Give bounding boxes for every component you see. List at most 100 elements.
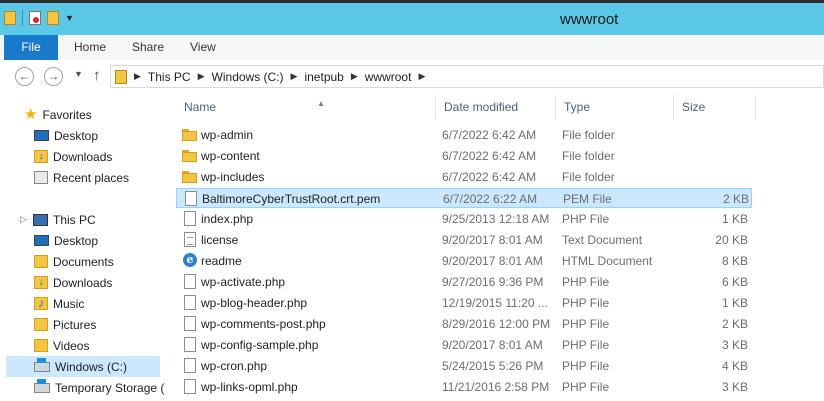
tab-share[interactable]: Share [132,35,164,60]
tab-view[interactable]: View [190,35,216,60]
downloads-icon: ↓ [34,276,48,289]
pictures-icon [34,318,48,331]
file-list: ▲ Name Date modified Type Size wp-admin 6… [160,93,824,401]
file-icon-cell [182,169,198,185]
column-header-type[interactable]: Type [556,95,674,120]
file-size: 1 KB [721,296,748,310]
chevron-right-icon[interactable]: ▶ [291,71,298,82]
forward-button[interactable]: → [44,67,63,86]
file-size: 2 KB [721,317,748,331]
file-icon-cell [182,211,198,227]
file-type: File folder [562,170,615,184]
chevron-right-icon[interactable]: ▶ [134,71,141,82]
file-icon-cell: e [182,253,198,269]
file-row[interactable]: wp-content 6/7/2022 6:42 AM File folder [176,146,752,166]
tab-file[interactable]: File [4,35,58,60]
folder-icon [182,150,198,162]
nav-pc-windows-c[interactable]: Windows (C:) [6,356,160,377]
nav-pc-videos[interactable]: Videos [34,335,89,356]
file-icon [184,295,196,310]
breadcrumb-inetpub[interactable]: inetpub [304,70,343,84]
properties-icon[interactable] [29,11,41,25]
file-row[interactable]: e readme 9/20/2017 8:01 AM HTML Document 8 K… [176,251,752,271]
file-date-modified: 9/20/2017 8:01 AM [442,338,543,352]
address-bar[interactable]: ▶ This PC ▶ Windows (C:) ▶ inetpub ▶ www… [110,65,824,88]
title-bar: ▼ wwwroot [0,0,824,35]
nav-favorites-recent-places[interactable]: Recent places [34,167,129,188]
nav-item-label: Documents [53,254,114,269]
nav-favorites-downloads[interactable]: ↓ Downloads [34,146,112,167]
file-row[interactable]: wp-admin 6/7/2022 6:42 AM File folder [176,125,752,145]
nav-pc-desktop[interactable]: Desktop [34,230,98,251]
file-type: Text Document [562,233,643,247]
back-button[interactable]: ← [15,67,34,86]
file-icon [184,274,196,289]
file-type: PHP File [562,380,610,394]
file-name: wp-content [201,149,260,163]
file-row[interactable]: wp-blog-header.php 12/19/2015 11:20 ... PH… [176,293,752,313]
file-date-modified: 9/25/2013 12:18 AM [442,212,550,226]
file-date-modified: 12/19/2015 11:20 ... [442,296,548,310]
file-size: 3 KB [721,380,748,394]
breadcrumb-wwwroot[interactable]: wwwroot [365,70,412,84]
nav-item-label: Desktop [54,233,99,248]
breadcrumb-this-pc[interactable]: This PC [148,70,191,84]
file-date-modified: 6/7/2022 6:22 AM [443,192,538,206]
column-header-name[interactable]: ▲ Name [176,95,436,120]
file-row[interactable]: wp-config-sample.php 9/20/2017 8:01 AM PHP… [176,335,752,355]
file-name: index.php [201,212,254,226]
file-size: 8 KB [721,254,748,268]
file-row[interactable]: index.php 9/25/2013 12:18 AM PHP File 1 KB [176,209,752,229]
chevron-right-icon[interactable]: ▶ [418,71,425,82]
nav-pc-downloads[interactable]: ↓ Downloads [34,272,112,293]
breadcrumb-windows-c[interactable]: Windows (C:) [212,70,284,84]
nav-pc-temporary-storage[interactable]: Temporary Storage ( [34,377,164,398]
file-size: 3 KB [721,338,748,352]
chevron-right-icon[interactable]: ▶ [351,71,358,82]
folder-icon[interactable] [4,11,16,25]
file-date-modified: 8/29/2016 12:00 PM [442,317,551,331]
file-row[interactable]: BaltimoreCyberTrustRoot.crt.pem 6/7/2022 … [176,188,752,208]
file-type: PHP File [562,317,610,331]
file-type: PHP File [562,338,610,352]
file-row[interactable]: wp-cron.php 5/24/2015 5:26 PM PHP File 4 KB [176,356,752,376]
nav-pc-music[interactable]: ♪ Music [34,293,84,314]
recent-locations-chevron-icon[interactable]: ▼ [74,69,83,79]
file-row[interactable]: wp-links-opml.php 11/21/2016 2:58 PM PHP F… [176,377,752,397]
nav-pc-documents[interactable]: Documents [34,251,114,272]
sort-ascending-icon: ▲ [317,99,325,108]
nav-item-label: Downloads [53,275,113,290]
nav-item-label: Windows (C:) [55,359,128,374]
windows-drive-icon [34,357,50,372]
file-type: PHP File [562,212,610,226]
customize-toolbar-chevron-icon[interactable]: ▼ [65,13,74,23]
nav-item-label: Videos [53,338,90,353]
chevron-right-icon[interactable]: ▶ [198,71,205,82]
file-name: wp-comments-post.php [201,317,326,331]
nav-pc-pictures[interactable]: Pictures [34,314,96,335]
new-folder-icon[interactable] [47,11,59,25]
nav-favorites-label: Favorites [42,107,92,122]
column-header-date-modified[interactable]: Date modified [436,95,556,120]
tab-home[interactable]: Home [74,35,106,60]
star-icon: ★ [24,105,38,123]
navigation-pane: ★ Favorites Desktop ↓ Downloads Recent p… [0,93,164,401]
file-row[interactable]: license 9/20/2017 8:01 AM Text Document 20 … [176,230,752,250]
file-row[interactable]: wp-comments-post.php 8/29/2016 12:00 PM PH… [176,314,752,334]
text-document-icon [184,232,196,247]
file-icon-cell [182,148,198,164]
file-icon-cell [182,274,198,290]
column-header-size[interactable]: Size [674,95,756,120]
expand-chevron-icon[interactable]: ▷ [20,214,28,225]
desktop-icon [34,130,49,141]
nav-favorites-desktop[interactable]: Desktop [34,125,98,146]
file-row[interactable]: wp-includes 6/7/2022 6:42 AM File folder [176,167,752,187]
nav-this-pc[interactable]: ▷ This PC [20,209,96,230]
file-icon [184,316,196,331]
up-arrow-icon[interactable]: ↑ [93,67,101,84]
file-date-modified: 9/20/2017 8:01 AM [442,233,543,247]
file-row[interactable]: wp-activate.php 9/27/2016 9:36 PM PHP File… [176,272,752,292]
nav-favorites[interactable]: ★ Favorites [24,104,92,125]
window-title: wwwroot [560,11,619,28]
drive-icon [34,378,50,393]
